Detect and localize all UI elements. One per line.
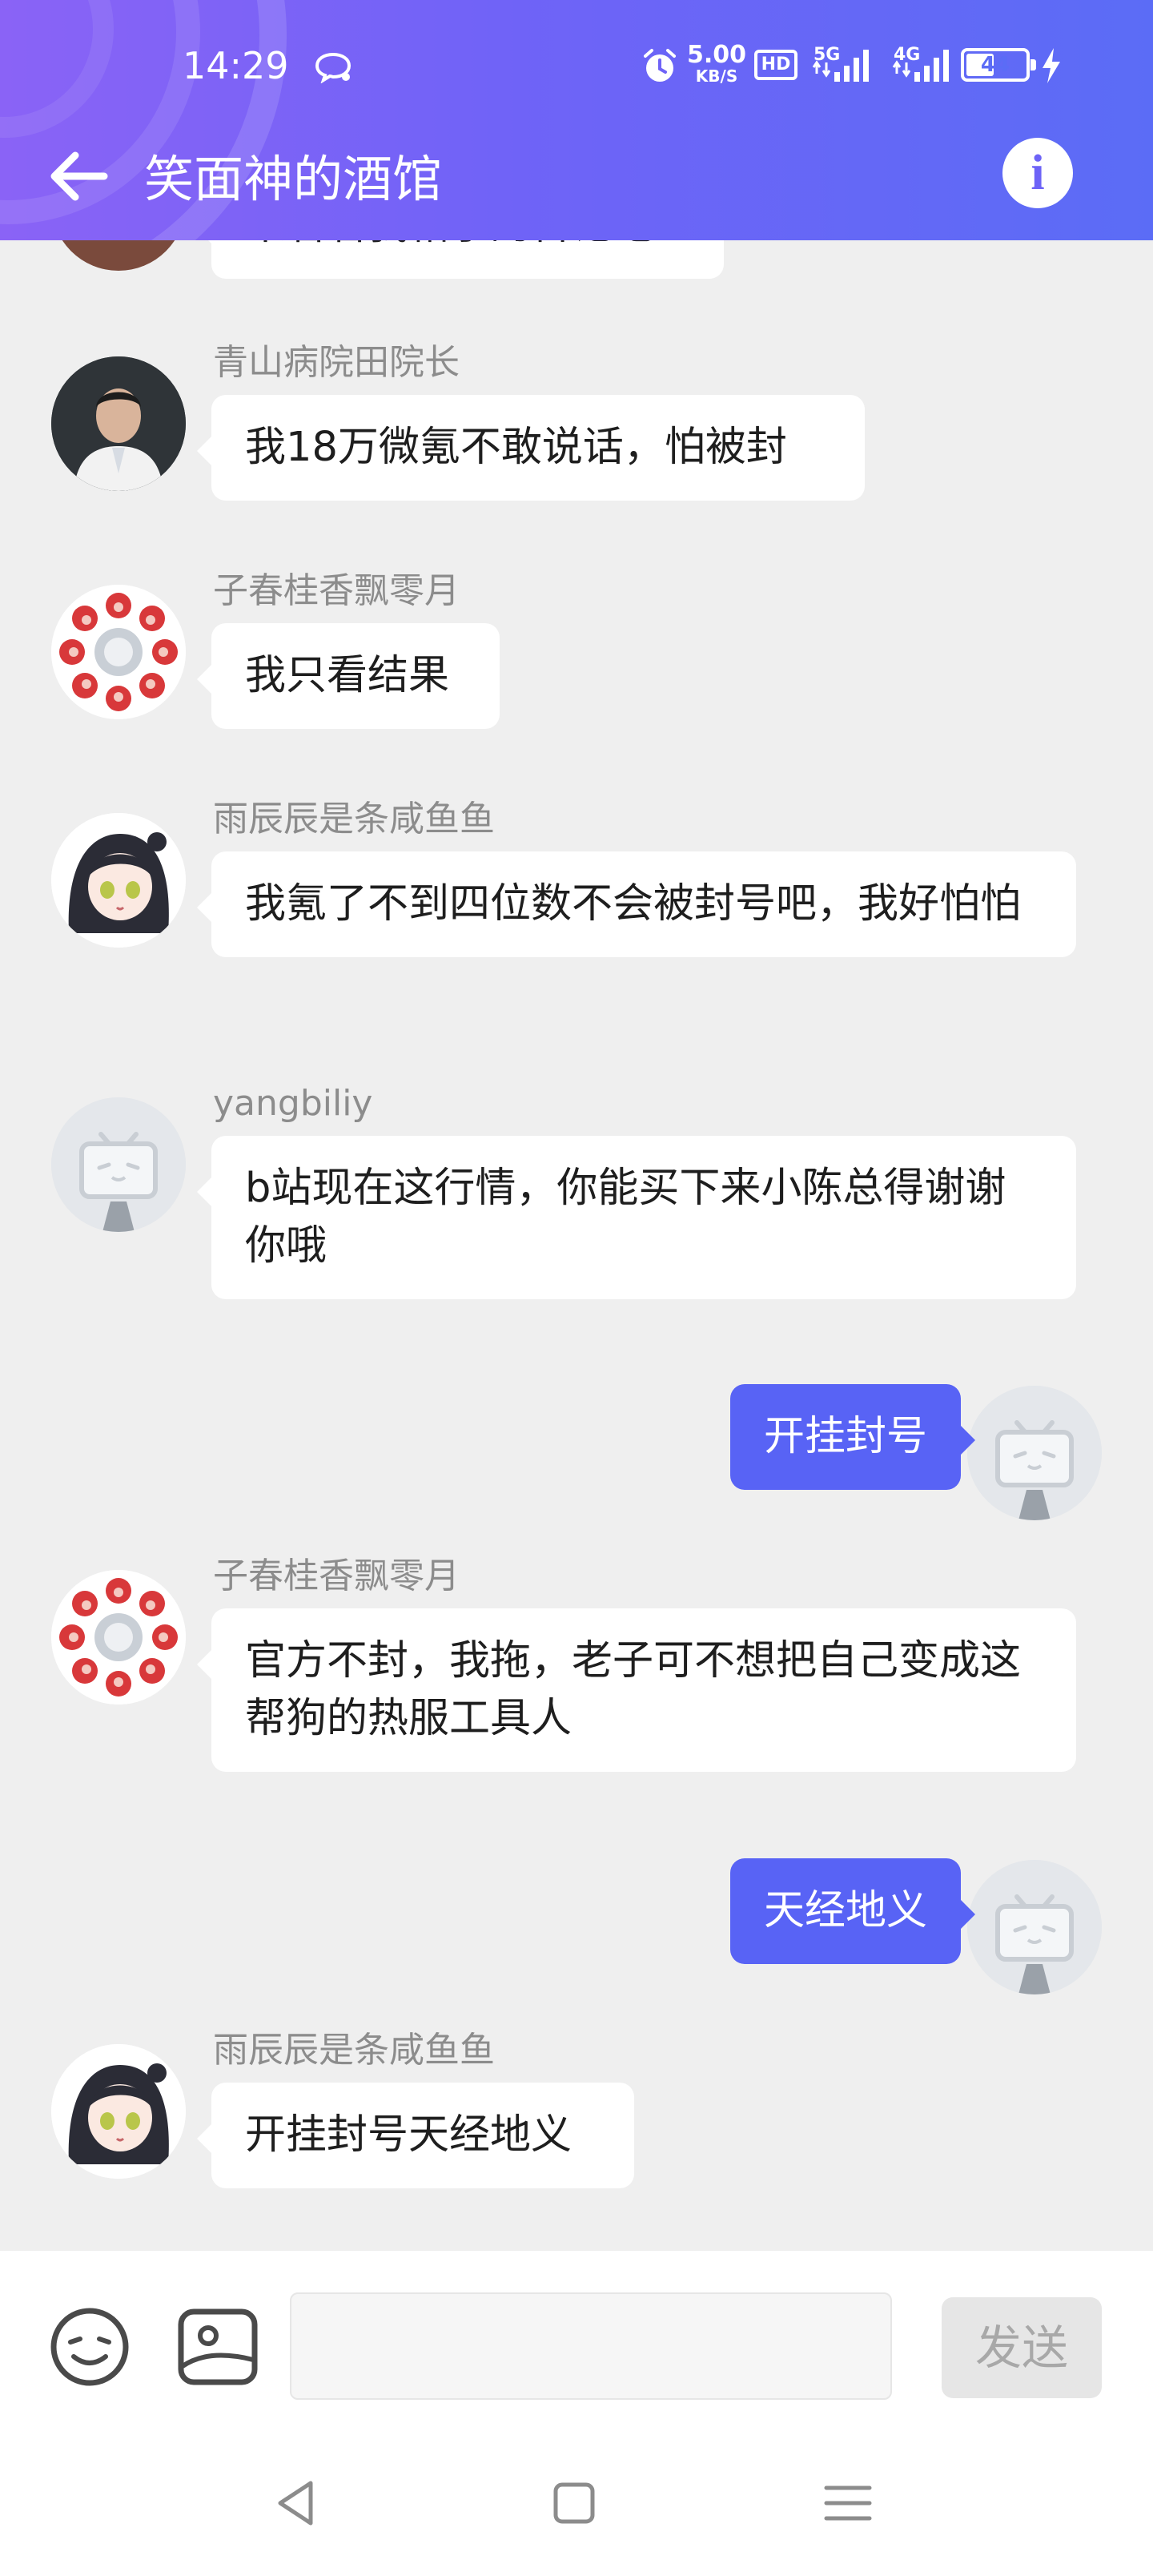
- red-flowers-avatar-icon: [51, 585, 186, 719]
- sender-avatar[interactable]: [51, 356, 186, 491]
- nav-back-button[interactable]: [269, 2475, 325, 2531]
- info-icon: i: [1030, 146, 1045, 200]
- title-bar: 笑面神的酒馆 i: [0, 120, 1153, 240]
- message-input[interactable]: [290, 2292, 892, 2400]
- sender-name: 雨辰辰是条咸鱼鱼: [213, 2030, 495, 2071]
- message-bubble[interactable]: 我只看结果: [197, 623, 500, 729]
- signal-4g-icon: 4G: [890, 45, 954, 85]
- my-avatar[interactable]: [967, 1386, 1102, 1520]
- red-flowers-avatar-icon: [51, 1570, 186, 1705]
- net-speed-value: 5.00: [687, 41, 747, 69]
- battery-level: 44: [980, 53, 1010, 77]
- emoji-icon: [50, 2308, 129, 2386]
- doctor-avatar-icon: [51, 356, 186, 491]
- image-icon: [178, 2308, 258, 2385]
- message-bubble[interactable]: 我氪了不到四位数不会被封号吧，我好怕怕: [197, 851, 1076, 957]
- sender-avatar[interactable]: [51, 1097, 186, 1232]
- nav-menu-icon: [824, 2485, 872, 2521]
- net-speed-unit: KB/S: [695, 66, 738, 86]
- chat-title: 笑面神的酒馆: [144, 150, 443, 208]
- nav-back-icon: [278, 2481, 313, 2526]
- message-bubble[interactable]: 来看看我帖子的言论吧: [197, 240, 724, 279]
- my-message-bubble[interactable]: 开挂封号: [729, 1384, 976, 1490]
- sender-avatar[interactable]: [51, 2044, 186, 2179]
- sender-name: 子春桂香飘零月: [213, 1556, 460, 1596]
- hd-label: HD: [761, 54, 791, 74]
- default-tv-avatar-icon: [967, 1860, 1102, 1994]
- nav-home-button[interactable]: [546, 2475, 602, 2531]
- charging-icon: [1039, 46, 1063, 88]
- system-navigation-bar: [0, 2432, 1153, 2576]
- sender-avatar[interactable]: [51, 813, 186, 948]
- back-button[interactable]: [42, 138, 119, 215]
- send-button[interactable]: 发送: [942, 2297, 1102, 2398]
- image-button[interactable]: [176, 2307, 259, 2387]
- battery-icon: 44: [961, 48, 1036, 82]
- default-tv-avatar-icon: [51, 1097, 186, 1232]
- nav-home-icon: [553, 2482, 595, 2524]
- status-bar: 14:29 5.00 KB/S HD 5G 4G 44: [0, 0, 1153, 120]
- header: 14:29 5.00 KB/S HD 5G 4G 44 笑面神的酒馆 i: [0, 0, 1153, 240]
- sender-avatar[interactable]: [51, 1570, 186, 1705]
- emoji-button[interactable]: [48, 2305, 131, 2389]
- sender-name: 子春桂香飘零月: [213, 570, 460, 611]
- net-speed: 5.00 KB/S: [687, 41, 747, 86]
- arrow-left-icon: [50, 151, 108, 201]
- sender-avatar[interactable]: [51, 240, 186, 271]
- message-bubble-icon: [314, 51, 352, 87]
- input-bar: 发送: [0, 2251, 1153, 2432]
- message-list[interactable]: 来看看我帖子的言论吧 青山病院田院长 我18万微氪不敢说话，怕被封: [0, 240, 1153, 2251]
- message-bubble[interactable]: 开挂封号天经地义: [197, 2083, 634, 2188]
- hd-icon: HD: [754, 50, 797, 80]
- default-tv-avatar-icon: [967, 1386, 1102, 1520]
- my-avatar[interactable]: [967, 1860, 1102, 1994]
- status-time: 14:29: [183, 44, 289, 87]
- message-bubble[interactable]: b站现在这行情，你能买下来小陈总得谢谢你哦: [197, 1136, 1076, 1299]
- sender-avatar[interactable]: [51, 585, 186, 719]
- my-message-bubble[interactable]: 天经地义: [729, 1858, 976, 1964]
- sender-name: 青山病院田院长: [213, 342, 460, 383]
- info-button[interactable]: i: [1002, 138, 1073, 208]
- chat-screen: 14:29 5.00 KB/S HD 5G 4G 44 笑面神的酒馆 i 青山病…: [0, 0, 1153, 2576]
- message-bubble[interactable]: 官方不封，我拖，老子可不想把自己变成这帮狗的热服工具人: [197, 1608, 1076, 1772]
- nav-menu-button[interactable]: [820, 2475, 876, 2531]
- sender-name: yangbiliy: [213, 1083, 373, 1124]
- message-bubble[interactable]: 我18万微氪不敢说话，怕被封: [197, 395, 865, 501]
- signal-5g-icon: 5G: [810, 45, 874, 85]
- anime-girl-avatar-icon: [51, 813, 186, 948]
- alarm-icon: [641, 46, 679, 88]
- sender-name: 雨辰辰是条咸鱼鱼: [213, 799, 495, 839]
- anime-girl-avatar-icon: [51, 2044, 186, 2179]
